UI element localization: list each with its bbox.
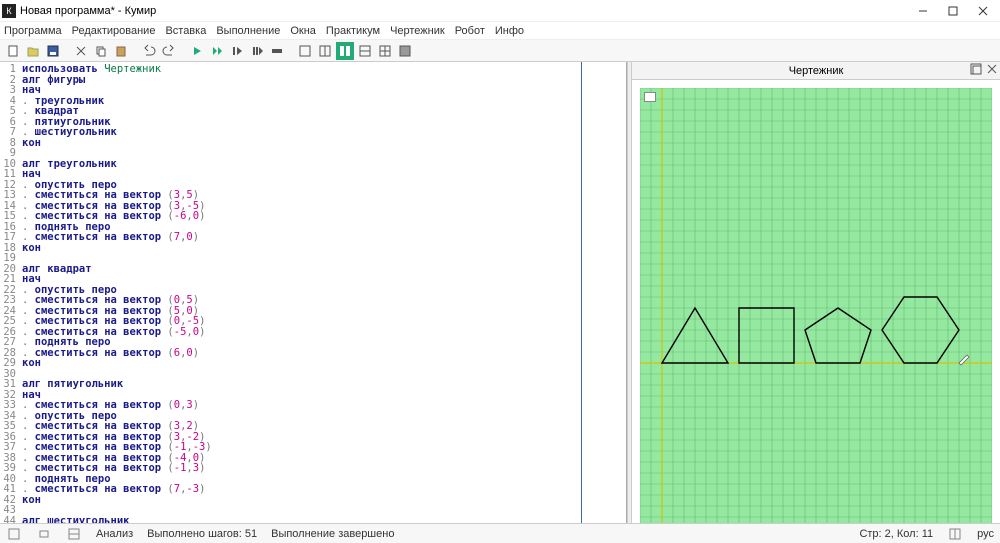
statusbar: Анализ Выполнено шагов: 51 Выполнение за…: [0, 523, 1000, 543]
window-layout-2-button[interactable]: [316, 42, 334, 60]
menubar: Программа Редактирование Вставка Выполне…: [0, 22, 1000, 40]
menu-edit[interactable]: Редактирование: [72, 25, 156, 37]
status-analysis: Анализ: [96, 528, 133, 540]
canvas-pane: Чертежник: [632, 62, 1000, 523]
step-into-button[interactable]: [248, 42, 266, 60]
menu-program[interactable]: Программа: [4, 25, 62, 37]
drawing-svg: [640, 88, 992, 523]
canvas-title-label: Чертежник: [789, 65, 844, 77]
code-text[interactable]: использовать Чертежникалг фигурынач. тре…: [18, 62, 626, 523]
canvas-home-icon[interactable]: [644, 92, 656, 102]
new-file-button[interactable]: [4, 42, 22, 60]
workarea: 1 2 3 4 5 6 7 8 9 10 11 12 13 14 15 16 1…: [0, 62, 1000, 523]
status-icon-3[interactable]: [66, 526, 82, 542]
layout-4-button[interactable]: [376, 42, 394, 60]
status-split-icon[interactable]: [947, 526, 963, 542]
window-layout-1-button[interactable]: [296, 42, 314, 60]
status-lang[interactable]: рус: [977, 528, 994, 540]
save-button[interactable]: [44, 42, 62, 60]
window-layout-green-button[interactable]: [336, 42, 354, 60]
menu-windows[interactable]: Окна: [290, 25, 316, 37]
window-title: Новая программа* - Кумир: [20, 5, 908, 17]
status-steps: Выполнено шагов: 51: [147, 528, 257, 540]
paste-button[interactable]: [112, 42, 130, 60]
toolbar: [0, 40, 1000, 62]
drawing-canvas[interactable]: [632, 80, 1000, 523]
editor-pane: 1 2 3 4 5 6 7 8 9 10 11 12 13 14 15 16 1…: [0, 62, 627, 523]
stop-button[interactable]: [268, 42, 286, 60]
status-exec: Выполнение завершено: [271, 528, 394, 540]
line-gutter: 1 2 3 4 5 6 7 8 9 10 11 12 13 14 15 16 1…: [0, 62, 18, 523]
menu-insert[interactable]: Вставка: [165, 25, 206, 37]
open-file-button[interactable]: [24, 42, 42, 60]
titlebar: К Новая программа* - Кумир: [0, 0, 1000, 22]
redo-button[interactable]: [160, 42, 178, 60]
menu-practicum[interactable]: Практикум: [326, 25, 380, 37]
undo-button[interactable]: [140, 42, 158, 60]
status-icon-1[interactable]: [6, 526, 22, 542]
run-button[interactable]: [188, 42, 206, 60]
step-over-button[interactable]: [228, 42, 246, 60]
cut-button[interactable]: [72, 42, 90, 60]
copy-button[interactable]: [92, 42, 110, 60]
app-icon: К: [2, 4, 16, 18]
status-cursor-pos: Стр: 2, Кол: 11: [859, 528, 933, 540]
canvas-titlebar: Чертежник: [632, 62, 1000, 80]
menu-info[interactable]: Инфо: [495, 25, 524, 37]
maximize-button[interactable]: [938, 1, 968, 21]
print-margin: [581, 62, 582, 523]
close-button[interactable]: [968, 1, 998, 21]
run-fast-button[interactable]: [208, 42, 226, 60]
menu-run[interactable]: Выполнение: [216, 25, 280, 37]
dock-icon[interactable]: [970, 63, 982, 78]
layout-5-button[interactable]: [396, 42, 414, 60]
status-icon-2[interactable]: [36, 526, 52, 542]
minimize-button[interactable]: [908, 1, 938, 21]
close-panel-icon[interactable]: [986, 63, 998, 78]
menu-robot[interactable]: Робот: [455, 25, 485, 37]
code-editor[interactable]: 1 2 3 4 5 6 7 8 9 10 11 12 13 14 15 16 1…: [0, 62, 626, 523]
layout-3-button[interactable]: [356, 42, 374, 60]
menu-drafter[interactable]: Чертежник: [390, 25, 445, 37]
